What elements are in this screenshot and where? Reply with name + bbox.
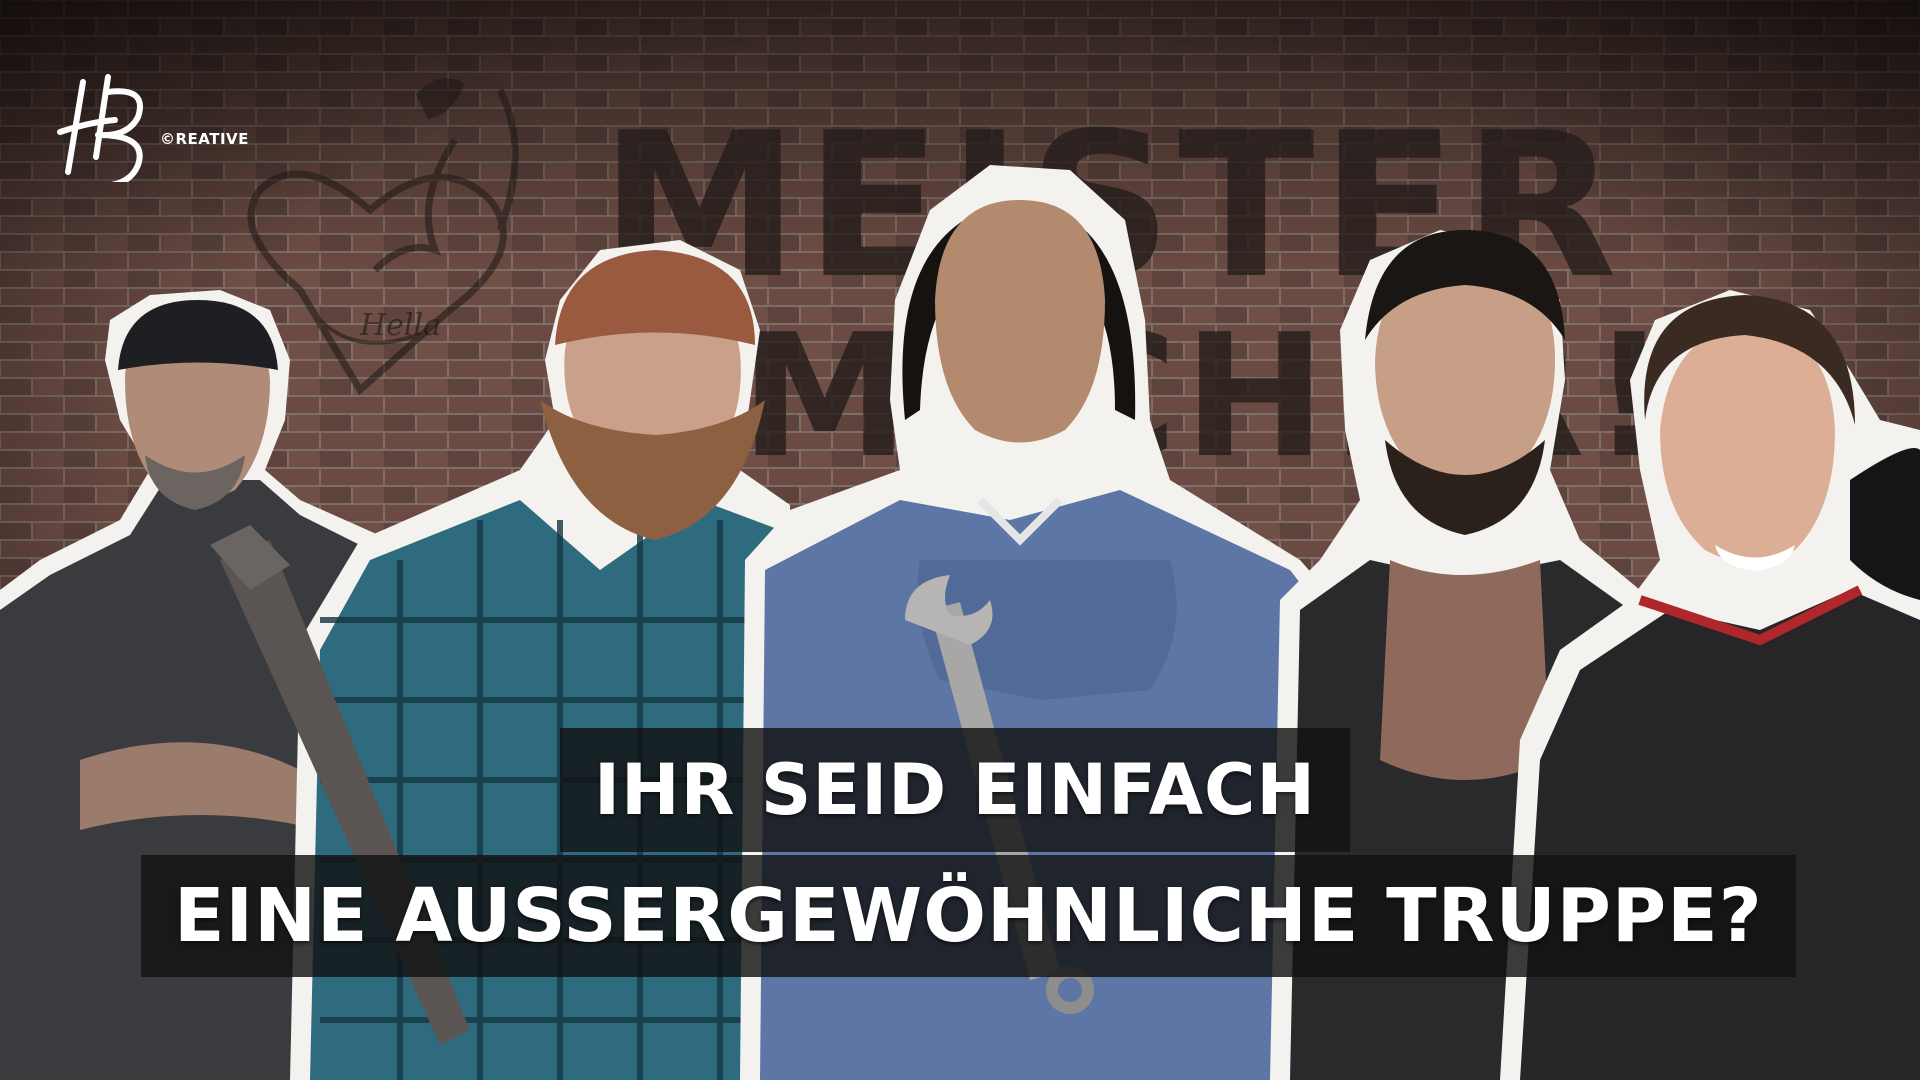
caption-line2: EINE AUSSERGEWÖHNLICHE TRUPPE? xyxy=(174,873,1763,959)
caption-line1: IHR SEID EINFACH xyxy=(594,749,1317,831)
logo-signature-icon xyxy=(57,74,143,182)
creative-logo: ©REATIVE xyxy=(48,62,248,182)
video-frame: Hella MEISTER MACHER! ©REATIVE IHR SEID … xyxy=(0,0,1920,1080)
logo-wordmark: ©REATIVE xyxy=(160,130,249,148)
